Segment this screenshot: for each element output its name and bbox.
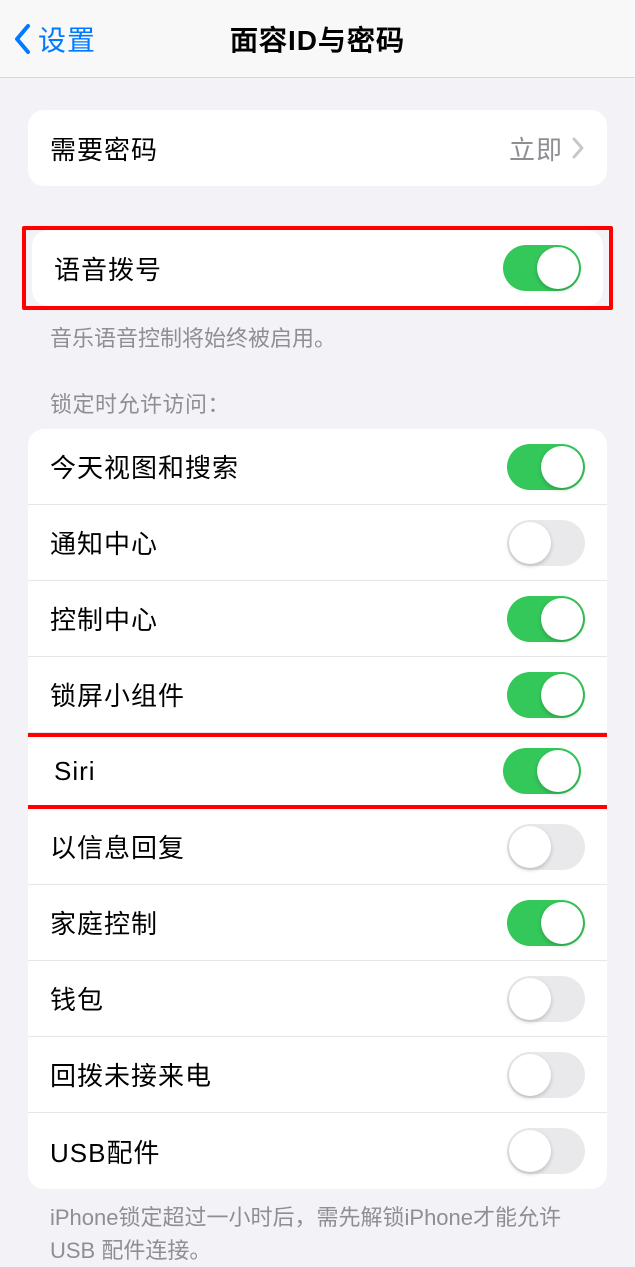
locked-access-footer: iPhone锁定超过一小时后，需先解锁iPhone才能允许USB 配件连接。 — [28, 1201, 607, 1267]
locked-access-row: 通知中心 — [28, 505, 607, 581]
toggle-knob — [541, 598, 583, 640]
locked-access-toggle[interactable] — [507, 824, 585, 870]
locked-access-label: 控制中心 — [50, 600, 158, 637]
header: 设置 面容ID与密码 — [0, 0, 635, 78]
toggle-knob — [509, 1054, 551, 1096]
locked-access-row: 以信息回复 — [28, 809, 607, 885]
locked-access-row: 控制中心 — [28, 581, 607, 657]
locked-access-label: 钱包 — [50, 980, 104, 1017]
locked-access-toggle[interactable] — [507, 596, 585, 642]
locked-access-label: 今天视图和搜索 — [50, 448, 239, 485]
locked-access-row: Siri — [28, 733, 607, 809]
locked-access-toggle[interactable] — [507, 900, 585, 946]
locked-access-label: 锁屏小组件 — [50, 676, 185, 713]
voice-dial-row: 语音拨号 — [32, 230, 603, 306]
locked-access-toggle[interactable] — [503, 748, 581, 794]
require-passcode-label: 需要密码 — [50, 130, 158, 167]
locked-access-row: USB配件 — [28, 1113, 607, 1189]
locked-access-header: 锁定时允许访问： — [28, 387, 607, 419]
locked-access-toggle[interactable] — [507, 672, 585, 718]
require-passcode-value: 立即 — [509, 130, 563, 167]
locked-access-toggle[interactable] — [507, 1052, 585, 1098]
require-passcode-row[interactable]: 需要密码 立即 — [28, 110, 607, 186]
locked-access-toggle[interactable] — [507, 520, 585, 566]
toggle-knob — [509, 826, 551, 868]
locked-access-row: 今天视图和搜索 — [28, 429, 607, 505]
locked-access-group: 今天视图和搜索通知中心控制中心锁屏小组件 Siri 以信息回复家庭控制钱包回拨未接来… — [28, 429, 607, 1189]
voice-dial-label: 语音拨号 — [54, 250, 162, 287]
locked-access-toggle[interactable] — [507, 444, 585, 490]
require-passcode-group: 需要密码 立即 — [28, 110, 607, 186]
locked-access-label: 回拨未接来电 — [50, 1056, 212, 1093]
locked-access-label: 通知中心 — [50, 524, 158, 561]
chevron-left-icon — [12, 23, 32, 55]
voice-dial-footer: 音乐语音控制将始终被启用。 — [28, 322, 607, 355]
toggle-knob — [541, 446, 583, 488]
locked-access-label: Siri — [54, 756, 96, 787]
chevron-right-icon — [571, 136, 585, 160]
row-right: 立即 — [509, 130, 585, 167]
toggle-knob — [509, 978, 551, 1020]
toggle-knob — [541, 674, 583, 716]
locked-access-row: 锁屏小组件 — [28, 657, 607, 733]
locked-access-row: 钱包 — [28, 961, 607, 1037]
back-label: 设置 — [38, 19, 96, 59]
locked-access-label: 家庭控制 — [50, 904, 158, 941]
locked-access-row: 回拨未接来电 — [28, 1037, 607, 1113]
toggle-knob — [537, 750, 579, 792]
toggle-knob — [541, 902, 583, 944]
locked-access-toggle[interactable] — [507, 1128, 585, 1174]
voice-dial-highlight: 语音拨号 — [22, 226, 613, 310]
toggle-knob — [509, 522, 551, 564]
locked-access-toggle[interactable] — [507, 976, 585, 1022]
locked-access-label: USB配件 — [50, 1133, 160, 1170]
toggle-knob — [509, 1130, 551, 1172]
voice-dial-group: 语音拨号 — [32, 230, 603, 306]
locked-access-label: 以信息回复 — [50, 828, 185, 865]
locked-access-row: 家庭控制 — [28, 885, 607, 961]
back-button[interactable]: 设置 — [0, 19, 96, 59]
toggle-knob — [537, 247, 579, 289]
voice-dial-toggle[interactable] — [503, 245, 581, 291]
